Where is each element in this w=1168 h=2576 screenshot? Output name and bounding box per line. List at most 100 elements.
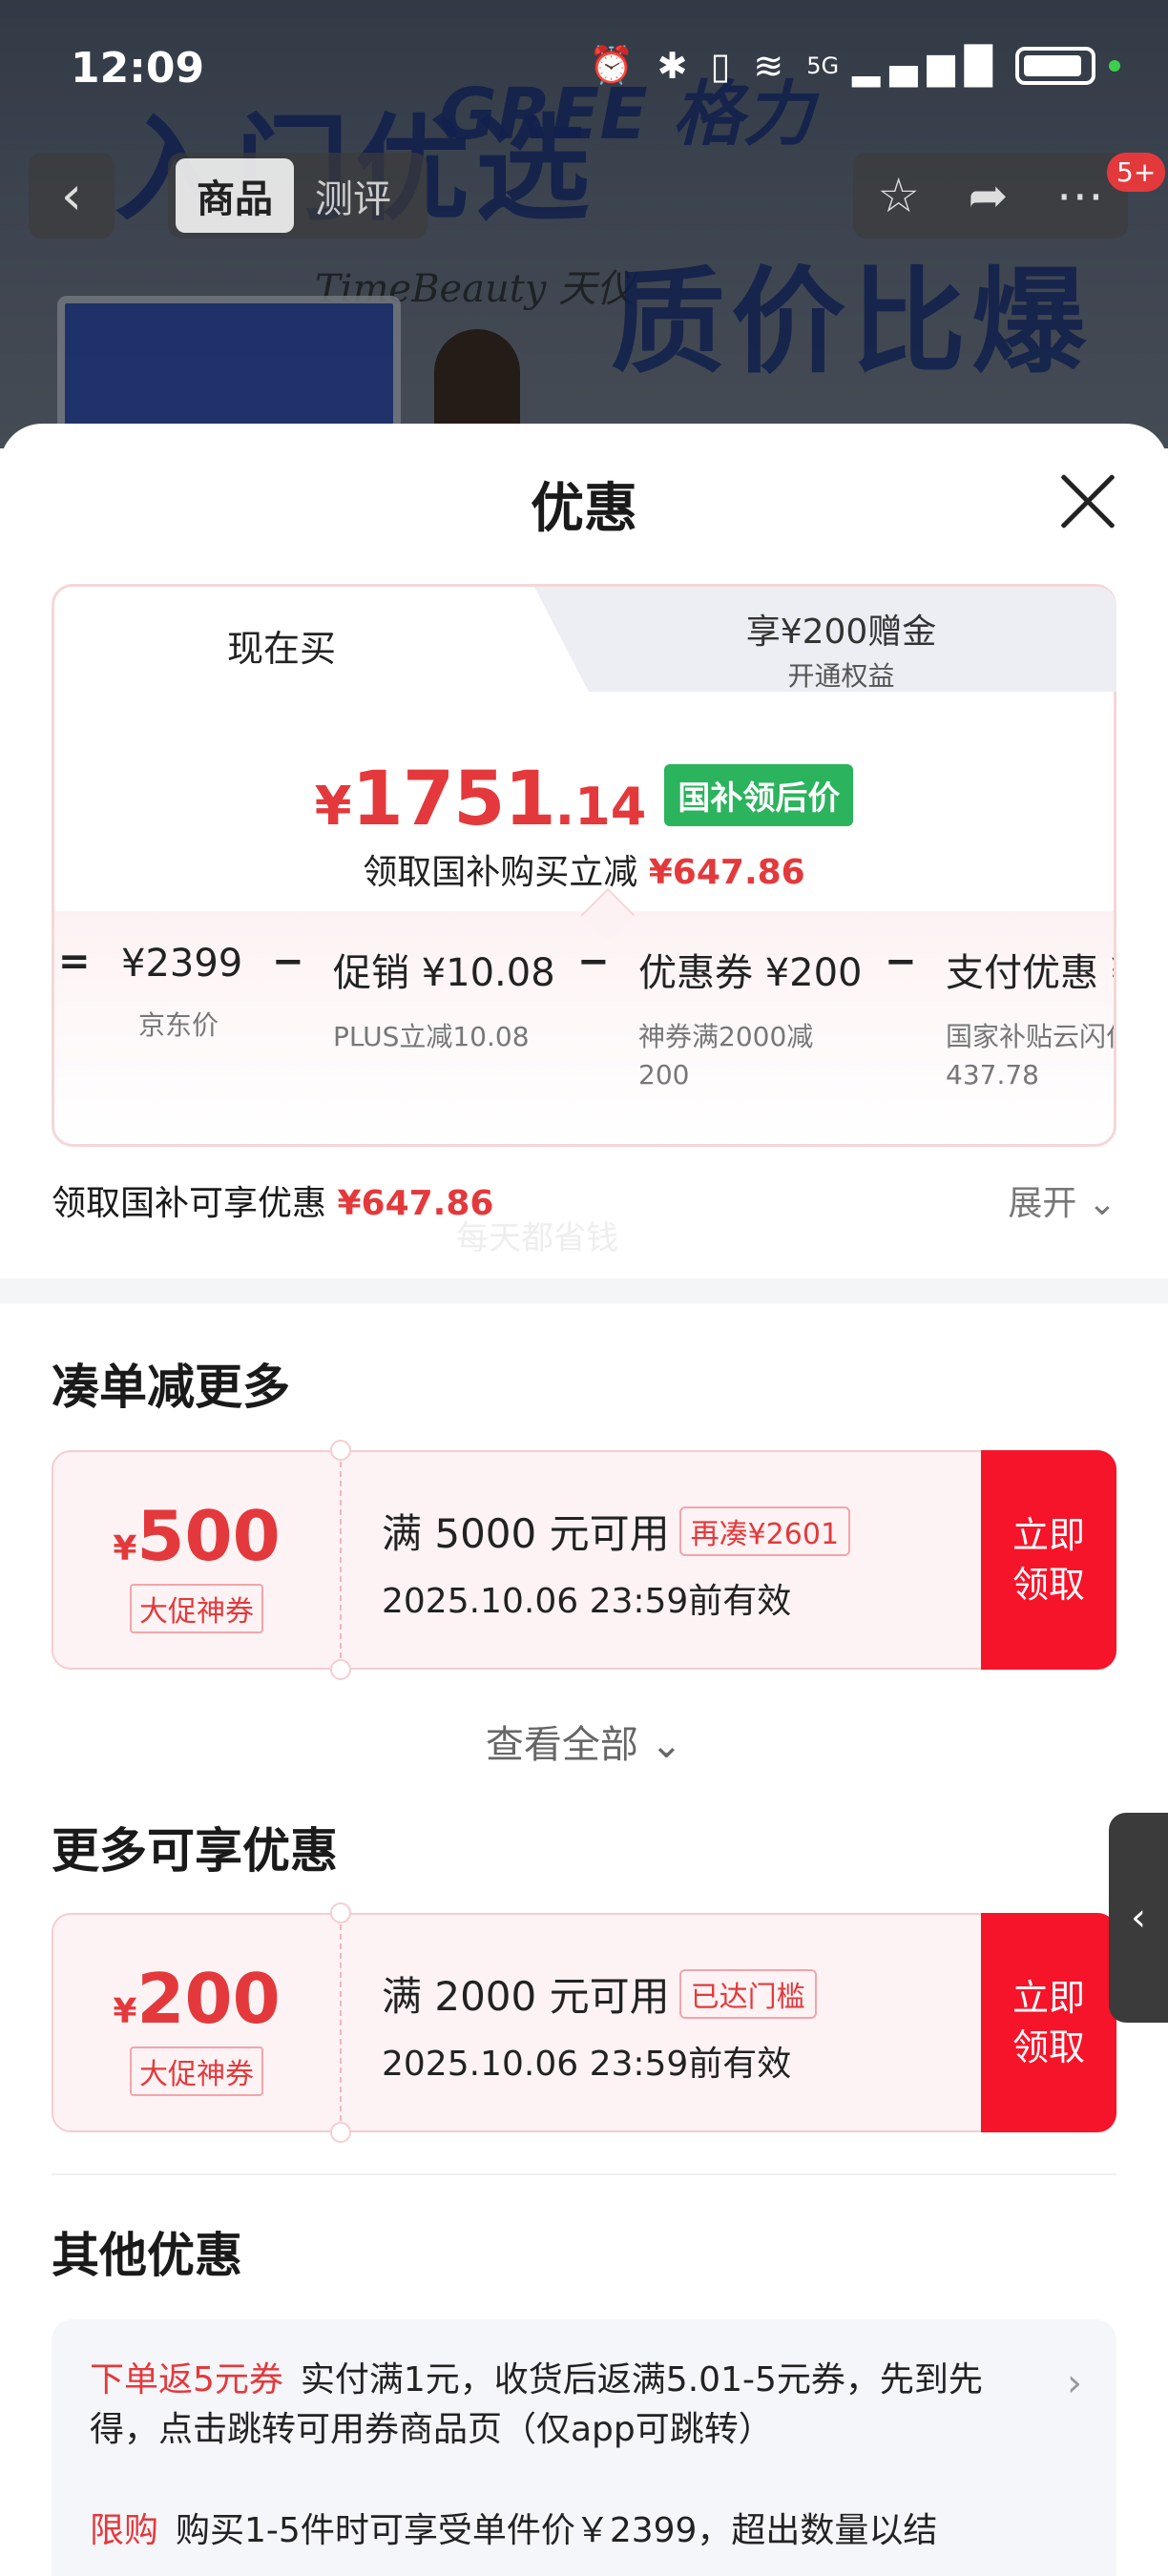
breakdown-value: ¥2399 [121,942,243,986]
claim-coupon-button[interactable]: 立即领取 [981,1450,1116,1670]
battery-icon [1015,46,1095,85]
summary-label: 领取国补可享优惠 ¥647.86 [52,1175,493,1225]
chevron-left-icon: ‹ [1131,1896,1146,1940]
coupon-currency: ¥ [113,1992,137,2031]
breakdown-desc: 国家补贴云闪付 437.78 [946,1021,1114,1091]
minus-operator: − [577,940,610,984]
price-reduce-text: 领取国补购买立减 ¥647.86 [54,844,1114,894]
view-all-button[interactable]: 查看全部 ⌄ [0,1714,1168,1769]
discount-sheet: 优惠 享¥200赠金 开通权益 现在买 ¥1751.14 国补领后价 领取国补购… [0,424,1168,2576]
coupon-currency: ¥ [113,1529,137,1568]
section-divider [52,2173,1116,2175]
price-reduce-label: 领取国补购买立减 [363,853,638,892]
subsidy-price-tag: 国补领后价 [664,764,854,826]
breakdown-item-coupon: 优惠券 ¥200 神券满2000减200 [638,942,863,1094]
breakdown-item-payment: 支付优惠 ¥ 国家补贴云闪付 437.78 [946,942,1114,1094]
other-discount-list[interactable]: 下单返5元券 实付满1元，收货后返满5.01-5元券，先到先得，点击跳转可用券商品… [52,2319,1116,2576]
breakdown-desc: PLUS立减10.08 [333,1021,530,1052]
chevron-right-icon: › [1067,2361,1082,2405]
other-discount-item: 下单返5元券 实付满1元，收货后返满5.01-5元券，先到先得，点击跳转可用券商品… [90,2356,1031,2455]
section-title-more: 更多可享优惠 [52,1823,338,1879]
signal-icon: ▂▄▆█ [852,44,1002,87]
nav-tabs: 商品 测评 [168,153,428,239]
tab-vip-bonus[interactable]: 享¥200赠金 开通权益 [509,587,1116,692]
other-discount-label: 限购 [90,2511,159,2550]
minus-operator: − [885,940,917,984]
other-discount-label: 下单返5元券 [90,2360,283,2399]
share-icon[interactable]: ➦ [968,168,1008,223]
other-discount-item: 限购 购买1-5件时可享受单件价￥2399，超出数量以结 [90,2506,1031,2556]
price-card: 享¥200赠金 开通权益 现在买 ¥1751.14 国补领后价 领取国补购买立减… [52,584,1116,1147]
coupon-value: ¥200 大促神券 [53,1915,340,2130]
status-bar: 12:09 ⏰ ✱ ▯ ≋ 5G ▂▄▆█ [0,0,1168,134]
wifi-icon: ≋ [753,44,794,87]
final-price: ¥1751.14 国补领后价 [54,757,1114,842]
alarm-icon: ⏰ [589,44,644,86]
coupon-validity: 2025.10.06 23:59前有效 [382,1582,792,1621]
status-time: 12:09 [71,44,205,93]
coupon-status-badge: 再凑¥2601 [678,1506,851,1556]
price-currency: ¥ [314,776,352,838]
coupon-amount: 200 [136,1959,281,2039]
coupon-status-badge: 已达门槛 [678,1969,817,2019]
coupon-type-tag: 大促神券 [130,2046,263,2096]
coupon-validity: 2025.10.06 23:59前有效 [382,2045,792,2084]
tab-product[interactable]: 商品 [176,158,294,233]
other-discount-text: 购买1-5件时可享受单件价￥2399，超出数量以结 [176,2511,938,2550]
coupon-condition: 满 5000 元可用 [382,1510,670,1557]
coupon-details: 满 2000 元可用 已达门槛 2025.10.06 23:59前有效 [382,1964,817,2086]
breakdown-value: 优惠券 ¥200 [638,951,863,995]
coupon-condition: 满 2000 元可用 [382,1973,670,2020]
section-divider [0,1278,1168,1303]
network-label: 5G [806,52,840,79]
chevron-down-icon: ⌄ [1087,1184,1116,1223]
watermark-text: 每天都省钱 [456,1219,618,1257]
coupon-amount: 500 [136,1496,281,1576]
expand-button[interactable]: 展开 ⌄ [1008,1175,1116,1225]
sheet-title: 优惠 [531,478,637,540]
claim-button-label: 立即领取 [1012,1514,1085,1606]
bluetooth-icon: ✱ [657,44,698,87]
summary-label-text: 领取国补可享优惠 [52,1184,327,1223]
product-banner: 入门优选 GREE 格力 TimeBeauty 天仪 质价比爆款 12:09 ⏰… [0,0,1168,448]
breakdown-item-promotion: 促销 ¥10.08 PLUS立减10.08 [333,942,555,1056]
breakdown-item-list-price: ¥2399 京东价 [121,942,243,1045]
message-badge: 5+ [1107,153,1166,192]
vip-bonus-subtitle: 开通权益 [787,660,895,692]
coupon-card: ¥500 大促神券 满 5000 元可用 再凑¥2601 2025.10.06 2… [52,1440,1116,1680]
breakdown-desc: 京东价 [137,1009,219,1041]
price-decimal: .14 [554,777,647,837]
price-integer: 1751 [351,757,556,842]
product-nav-bar: ‹ 商品 测评 ☆ ➦ ⋯ 5+ [0,153,1168,242]
price-breakdown: = ¥2399 京东价 − 促销 ¥10.08 PLUS立减10.08 − 优惠… [54,911,1114,1144]
privacy-dot-icon [1109,59,1120,72]
back-button[interactable]: ‹ [29,153,115,239]
minus-operator: − [272,940,304,984]
coupon-card: ¥200 大促神券 满 2000 元可用 已达门槛 2025.10.06 23:5… [52,1902,1116,2143]
claim-button-label: 立即领取 [1012,1977,1085,2068]
more-icon[interactable]: ⋯ [1056,168,1104,223]
side-panel-handle[interactable]: ‹ [1109,1813,1168,2023]
expand-label: 展开 [1008,1184,1077,1223]
breakdown-desc: 神券满2000减200 [638,1021,814,1091]
coupon-type-tag: 大促神券 [130,1584,263,1633]
vip-bonus-title: 享¥200赠金 [745,613,937,652]
chevron-down-icon: ⌄ [650,1723,683,1767]
tab-review[interactable]: 测评 [294,158,412,233]
coupon-details: 满 5000 元可用 再凑¥2601 2025.10.06 23:59前有效 [382,1502,851,1623]
coupon-value: ¥500 大促神券 [53,1452,340,1668]
claim-coupon-button[interactable]: 立即领取 [981,1913,1116,2132]
breakdown-value: 支付优惠 ¥ [946,951,1114,995]
section-title-other: 其他优惠 [52,2228,242,2283]
view-all-label: 查看全部 [485,1723,638,1767]
vibrate-icon: ▯ [710,44,740,87]
tab-buy-now[interactable]: 现在买 [54,587,509,703]
breakdown-value: 促销 ¥10.08 [333,951,555,995]
status-icons: ⏰ ✱ ▯ ≋ 5G ▂▄▆█ [589,44,1120,87]
section-title-combine: 凑单减更多 [52,1360,290,1415]
favorite-star-icon[interactable]: ☆ [877,168,920,223]
close-icon[interactable] [1057,471,1118,532]
equals-operator: = [58,940,91,984]
nav-actions: ☆ ➦ ⋯ [853,153,1128,239]
price-reduce-amount: ¥647.86 [648,853,805,892]
